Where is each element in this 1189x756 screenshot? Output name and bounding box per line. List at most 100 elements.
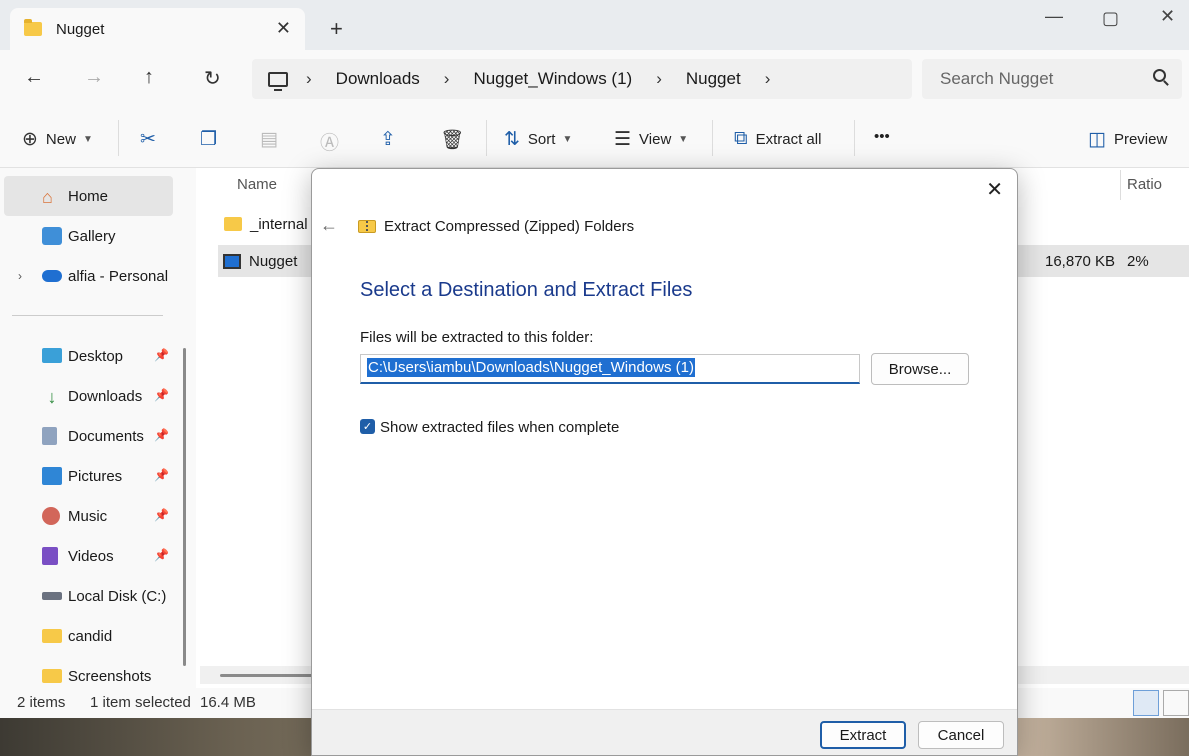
share-icon[interactable]: ⇪ [380,128,404,151]
chevron-right-icon[interactable]: › [306,69,312,89]
address-bar[interactable]: › Downloads › Nugget_Windows (1) › Nugge… [252,59,912,99]
selection-size: 16.4 MB [200,694,256,711]
rename-icon[interactable]: Ⓐ [320,128,347,155]
sidebar-item-home[interactable]: ⌂ Home [4,176,173,216]
sort-button-label: Sort [527,131,556,148]
videos-icon [42,547,58,565]
cut-icon[interactable]: ✂ [140,128,164,151]
sidebar-item-videos[interactable]: Videos 📌 [4,536,173,576]
paste-icon[interactable]: ▤ [260,128,286,151]
extract-icon: ⧉ [734,128,748,149]
pin-icon[interactable]: 📌 [154,508,169,522]
pictures-icon [42,467,62,485]
dialog-close-icon[interactable]: ✕ [986,177,1003,202]
sidebar-divider [12,315,163,316]
file-ratio: 2% [1127,252,1149,270]
new-tab-icon[interactable]: + [330,16,343,42]
extract-all-button[interactable]: ⧉ Extract all [734,128,821,150]
sidebar-item-local-disk[interactable]: Local Disk (C:) [4,576,173,616]
chevron-right-icon[interactable]: › [656,69,662,89]
breadcrumb-downloads[interactable]: Downloads [336,69,420,89]
sidebar-item-documents[interactable]: Documents 📌 [4,416,173,456]
horizontal-scrollbar[interactable] [220,674,316,677]
pin-icon[interactable]: 📌 [154,428,169,442]
extract-button[interactable]: Extract [820,721,906,749]
show-files-label[interactable]: Show extracted files when complete [380,419,619,436]
destination-label: Files will be extracted to this folder: [360,329,594,346]
navigation-bar: ← → ↑ ↻ › Downloads › Nugget_Windows (1)… [0,50,1189,110]
column-header-name[interactable]: Name [237,176,277,193]
delete-icon[interactable]: 🗑 [440,128,472,152]
show-files-checkbox[interactable]: ✓ [360,419,375,434]
breadcrumb-nugget-windows[interactable]: Nugget_Windows (1) [473,69,632,89]
sidebar-item-label: Local Disk (C:) [68,587,167,605]
sidebar-item-pictures[interactable]: Pictures 📌 [4,456,173,496]
pin-icon[interactable]: 📌 [154,548,169,562]
back-icon[interactable]: ← [24,66,44,89]
sidebar-item-music[interactable]: Music 📌 [4,496,173,536]
sidebar-item-downloads[interactable]: ↓ Downloads 📌 [4,376,173,416]
preview-pane-icon: ◫ [1088,129,1106,150]
extract-dialog: ✕ ← Extract Compressed (Zipped) Folders … [311,168,1018,756]
column-header-ratio[interactable]: Ratio [1127,176,1162,193]
command-bar: ⊕ New ▼ ✂ ❐ ▤ Ⓐ ⇪ 🗑 ⇅ Sort ▼ ☰ View ▼ ⧉ … [0,110,1189,168]
copy-glyph-icon: ❐ [200,129,218,150]
refresh-icon[interactable]: ↻ [204,66,221,91]
column-divider[interactable] [1120,170,1121,200]
more-options-button[interactable]: ••• [874,128,890,145]
sidebar-item-label: alfia - Personal [68,267,169,285]
sidebar-item-label: Gallery [68,227,116,245]
documents-icon [42,427,57,445]
tab-close-icon[interactable]: ✕ [276,18,291,39]
this-pc-icon [268,71,288,91]
pin-icon[interactable]: 📌 [154,348,169,362]
destination-path-text: C:\Users\iambu\Downloads\Nugget_Windows … [367,358,695,377]
view-button[interactable]: ☰ View ▼ [614,128,688,151]
rename-glyph-icon: Ⓐ [320,133,340,154]
folder-icon [224,217,242,231]
plus-circle-icon: ⊕ [22,129,38,150]
sidebar-scrollbar[interactable] [183,348,186,666]
pin-icon[interactable]: 📌 [154,388,169,402]
destination-path-input[interactable]: C:\Users\iambu\Downloads\Nugget_Windows … [360,354,860,384]
browse-button[interactable]: Browse... [871,353,969,385]
title-bar: Nugget ✕ + — ▢ ✕ [0,0,1189,50]
new-button[interactable]: ⊕ New ▼ [22,128,93,151]
dialog-title: Extract Compressed (Zipped) Folders [384,218,635,235]
chevron-right-icon[interactable]: › [765,69,771,89]
item-count: 2 items [17,694,66,711]
preview-button[interactable]: ◫ Preview [1088,128,1167,151]
sidebar-item-candid[interactable]: candid [4,616,173,656]
minimize-icon[interactable]: — [1045,6,1063,27]
pin-icon[interactable]: 📌 [154,468,169,482]
up-icon[interactable]: ↑ [144,66,154,89]
sidebar-item-gallery[interactable]: Gallery [4,216,173,256]
file-name: _internal [250,215,308,233]
zip-folder-icon [358,220,376,233]
window-close-icon[interactable]: ✕ [1160,6,1175,27]
sidebar-item-onedrive[interactable]: alfia - Personal [4,256,173,296]
folder-icon [42,669,62,683]
breadcrumb-nugget[interactable]: Nugget [686,69,741,89]
search-icon [1153,69,1166,82]
sidebar-item-label: Documents [68,427,144,445]
maximize-icon[interactable]: ▢ [1102,8,1119,29]
chevron-right-icon[interactable]: › [444,69,450,89]
forward-icon[interactable]: → [84,66,104,89]
sort-button[interactable]: ⇅ Sort ▼ [504,128,572,151]
file-name: Nugget [249,252,298,270]
tiles-view-icon[interactable] [1163,690,1189,716]
sidebar-item-label: Screenshots [68,667,152,685]
tab-nugget[interactable]: Nugget ✕ [10,8,305,50]
chevron-down-icon: ▼ [562,134,573,145]
cancel-button[interactable]: Cancel [918,721,1004,749]
gallery-icon [42,227,62,245]
sidebar-item-desktop[interactable]: Desktop 📌 [4,336,173,376]
copy-icon[interactable]: ❐ [200,128,225,151]
dialog-back-icon[interactable]: ← [320,215,338,236]
search-input[interactable]: Search Nugget [922,59,1182,99]
chevron-down-icon: ▼ [82,134,93,145]
toolbar-divider [712,120,713,156]
file-size: 16,870 KB [1045,252,1116,270]
details-view-icon[interactable] [1133,690,1159,716]
